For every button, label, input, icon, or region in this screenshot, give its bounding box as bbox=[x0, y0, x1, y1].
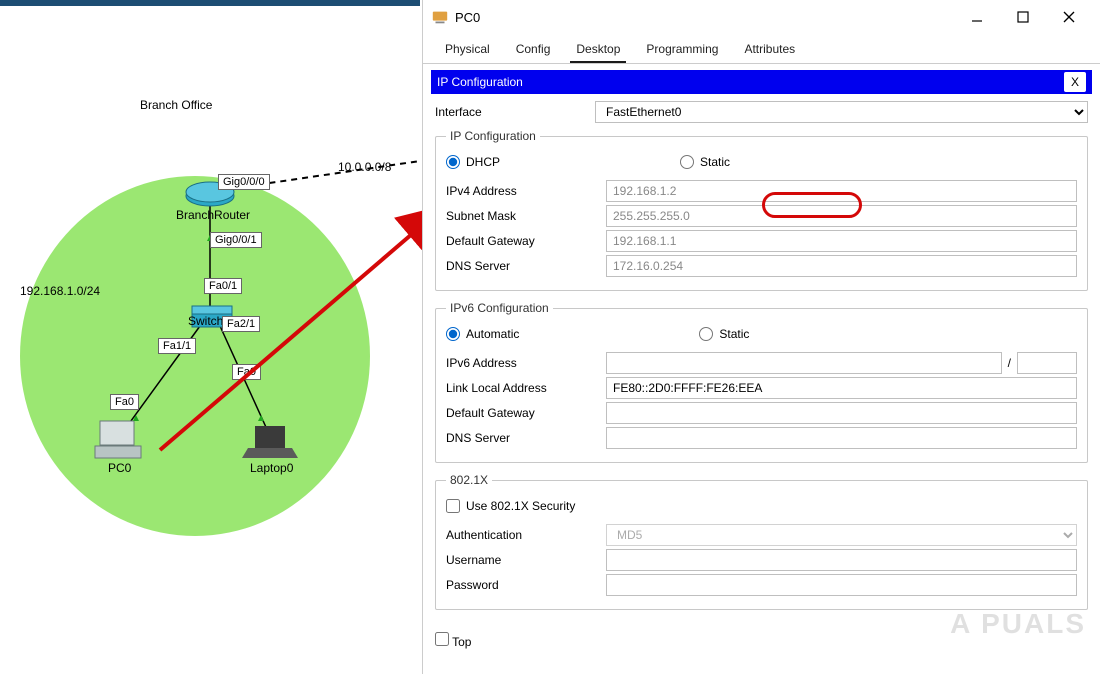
close-icon bbox=[1063, 11, 1075, 23]
port-label: Fa1/1 bbox=[158, 338, 196, 354]
user-label: Username bbox=[446, 553, 606, 567]
ipv6-auto-radio[interactable]: Automatic bbox=[446, 327, 519, 341]
port-label: Gig0/0/1 bbox=[210, 232, 262, 248]
dot1x-legend: 802.1X bbox=[446, 473, 492, 487]
wan-subnet: 10.0.0.0/8 bbox=[338, 160, 391, 174]
lan-subnet: 192.168.1.0/24 bbox=[20, 284, 100, 298]
zone-title: Branch Office bbox=[140, 98, 212, 112]
packet-tracer-canvas[interactable]: Branch Office 10.0.0.0/8 192.168.1.0/24 … bbox=[0, 0, 420, 674]
maximize-button[interactable] bbox=[1000, 2, 1046, 32]
ipv6-dns-field[interactable] bbox=[606, 427, 1077, 449]
tab-physical[interactable]: Physical bbox=[439, 38, 496, 63]
static-radio[interactable]: Static bbox=[680, 155, 730, 169]
ipv6-prefix-field[interactable] bbox=[1017, 352, 1077, 374]
port-label: Fa0 bbox=[110, 394, 139, 410]
panel-close-button[interactable]: X bbox=[1064, 72, 1086, 92]
ll-label: Link Local Address bbox=[446, 381, 606, 395]
watermark: A PUALS bbox=[950, 608, 1086, 640]
mask-field[interactable] bbox=[606, 205, 1077, 227]
interface-select[interactable]: FastEthernet0 bbox=[595, 101, 1088, 123]
dhcp-radio[interactable]: DHCP bbox=[446, 155, 500, 169]
ipv6-config-group: IPv6 Configuration Automatic Static IPv6… bbox=[435, 301, 1088, 463]
user-field[interactable] bbox=[606, 549, 1077, 571]
pass-field[interactable] bbox=[606, 574, 1077, 596]
ipv4-field[interactable] bbox=[606, 180, 1077, 202]
dot1x-checkbox[interactable]: Use 802.1X Security bbox=[446, 499, 1077, 513]
app-icon bbox=[431, 8, 449, 26]
auth-label: Authentication bbox=[446, 528, 606, 542]
interface-label: Interface bbox=[435, 105, 595, 119]
ipconfig-header: IP Configuration X bbox=[431, 70, 1092, 94]
ipv6-addr-label: IPv6 Address bbox=[446, 356, 606, 370]
top-checkbox[interactable]: Top bbox=[435, 632, 471, 649]
ipv6-gw-field[interactable] bbox=[606, 402, 1077, 424]
device-switch[interactable]: Switch bbox=[188, 314, 223, 328]
pc0-window: PC0 Physical Config Desktop Programming … bbox=[422, 0, 1100, 674]
device-pc0[interactable]: PC0 bbox=[108, 461, 131, 475]
maximize-icon bbox=[1017, 11, 1029, 23]
ipv6-addr-field[interactable] bbox=[606, 352, 1002, 374]
titlebar[interactable]: PC0 bbox=[423, 0, 1100, 34]
tab-attributes[interactable]: Attributes bbox=[738, 38, 801, 63]
ipv6-config-legend: IPv6 Configuration bbox=[446, 301, 553, 315]
window-title: PC0 bbox=[455, 10, 480, 25]
dns-field[interactable] bbox=[606, 255, 1077, 277]
tab-desktop[interactable]: Desktop bbox=[570, 38, 626, 63]
ipv6-dns-label: DNS Server bbox=[446, 431, 606, 445]
gateway-field[interactable] bbox=[606, 230, 1077, 252]
dns-label: DNS Server bbox=[446, 259, 606, 273]
device-laptop0[interactable]: Laptop0 bbox=[250, 461, 293, 475]
tab-programming[interactable]: Programming bbox=[640, 38, 724, 63]
port-label: Fa0/1 bbox=[204, 278, 242, 294]
auth-select[interactable]: MD5 bbox=[606, 524, 1077, 546]
ll-field[interactable] bbox=[606, 377, 1077, 399]
gateway-label: Default Gateway bbox=[446, 234, 606, 248]
tab-config[interactable]: Config bbox=[510, 38, 557, 63]
ip-config-legend: IP Configuration bbox=[446, 129, 540, 143]
tab-bar: Physical Config Desktop Programming Attr… bbox=[423, 34, 1100, 64]
ipv4-label: IPv4 Address bbox=[446, 184, 606, 198]
port-label: Fa2/1 bbox=[222, 316, 260, 332]
minimize-button[interactable] bbox=[954, 2, 1000, 32]
pass-label: Password bbox=[446, 578, 606, 592]
port-label: Fa0 bbox=[232, 364, 261, 380]
port-label: Gig0/0/0 bbox=[218, 174, 270, 190]
dot1x-group: 802.1X Use 802.1X Security Authenticatio… bbox=[435, 473, 1088, 610]
minimize-icon bbox=[971, 11, 983, 23]
ipv6-slash: / bbox=[1002, 356, 1017, 370]
close-button[interactable] bbox=[1046, 2, 1092, 32]
ipv6-static-radio[interactable]: Static bbox=[699, 327, 749, 341]
device-router[interactable]: BranchRouter bbox=[176, 208, 250, 222]
mask-label: Subnet Mask bbox=[446, 209, 606, 223]
ipv6-gw-label: Default Gateway bbox=[446, 406, 606, 420]
ip-config-group: IP Configuration DHCP Static IPv4 Addres… bbox=[435, 129, 1088, 291]
panel-title: IP Configuration bbox=[437, 75, 523, 89]
